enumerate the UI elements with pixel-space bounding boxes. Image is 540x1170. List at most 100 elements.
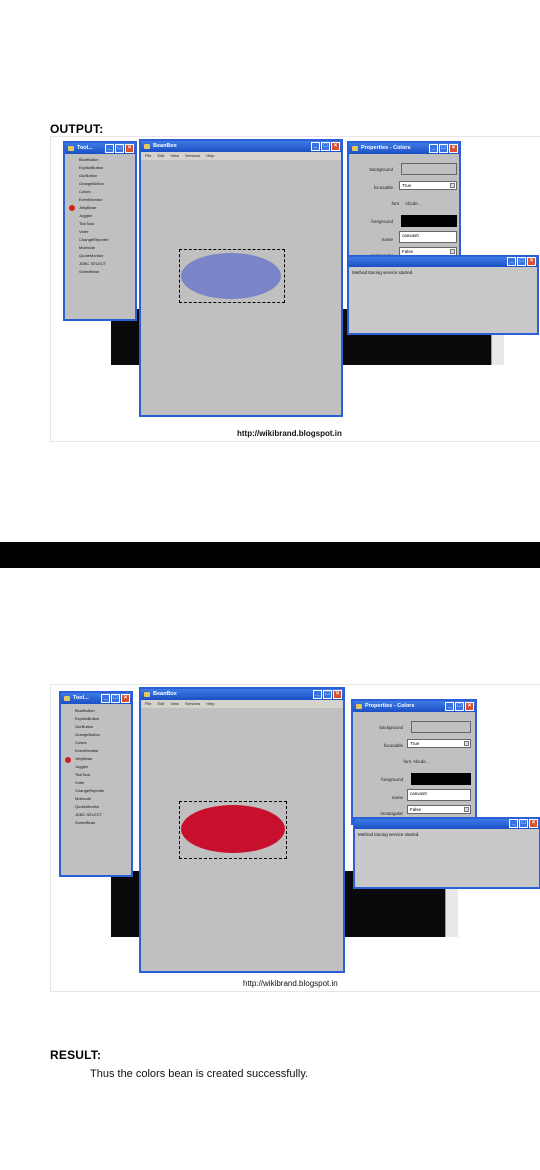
minimize-button[interactable]: _ — [507, 257, 516, 266]
toolbox-item[interactable]: ChangeReporter — [65, 236, 135, 244]
method-tracing-window[interactable]: _ □ × Method tracing service started. — [353, 817, 540, 889]
toolbox-item[interactable]: ChangeReporter — [61, 787, 131, 795]
name-input[interactable]: canvas0 — [407, 789, 471, 801]
toolbox-item[interactable]: QuoteMonitor — [65, 252, 135, 260]
toolbox-title: Tool... — [73, 695, 89, 701]
focusable-select[interactable]: True — [407, 739, 471, 748]
foreground-color-swatch[interactable] — [401, 215, 457, 227]
toolbox-item[interactable]: OrangeButton — [65, 180, 135, 188]
menu-services[interactable]: Services — [185, 700, 200, 708]
properties-titlebar[interactable]: Properties - Colors _ □ × — [349, 143, 459, 154]
maximize-button[interactable]: □ — [321, 142, 330, 151]
toolbox-item[interactable]: ExplicitButton — [65, 164, 135, 172]
minimize-button[interactable]: _ — [313, 690, 322, 699]
toolbox-item[interactable]: SorterBean — [65, 268, 135, 276]
toolbox-item[interactable]: JellyBean — [65, 204, 135, 212]
background-color-swatch[interactable] — [401, 163, 457, 175]
toolbox-item[interactable]: BlueButton — [61, 707, 131, 715]
toolbox-item[interactable]: TickTock — [65, 220, 135, 228]
java-cup-icon — [64, 696, 70, 701]
close-button[interactable]: × — [529, 819, 538, 828]
minimize-button[interactable]: _ — [311, 142, 320, 151]
toolbox-item[interactable]: Colors — [61, 739, 131, 747]
close-button[interactable]: × — [527, 257, 536, 266]
menu-help[interactable]: Help — [206, 152, 214, 160]
menu-view[interactable]: View — [170, 700, 179, 708]
minimize-button[interactable]: _ — [509, 819, 518, 828]
toolbox-item[interactable]: OurButton — [61, 723, 131, 731]
colors-bean-ellipse[interactable] — [181, 253, 281, 299]
toolbox-item[interactable]: Colors — [65, 188, 135, 196]
toolbox-item[interactable]: Juggler — [61, 763, 131, 771]
minimize-button[interactable]: _ — [105, 144, 114, 153]
toolbox-item[interactable]: OrangeButton — [61, 731, 131, 739]
beanbox-titlebar[interactable]: BeanBox _ □ × — [141, 141, 341, 152]
menu-view[interactable]: View — [170, 152, 179, 160]
menu-file[interactable]: File — [145, 152, 151, 160]
toolbox-item[interactable]: Voter — [65, 228, 135, 236]
close-button[interactable]: × — [121, 694, 130, 703]
menu-edit[interactable]: Edit — [157, 152, 164, 160]
maximize-button[interactable]: □ — [111, 694, 120, 703]
close-button[interactable]: × — [331, 142, 340, 151]
toolbox-item[interactable]: TickTock — [61, 771, 131, 779]
result-heading: RESULT: — [50, 1048, 102, 1062]
close-button[interactable]: × — [449, 144, 458, 153]
page-divider-band — [0, 542, 540, 568]
menu-edit[interactable]: Edit — [157, 700, 164, 708]
beanbox-window[interactable]: BeanBox _ □ × File Edit View Services Help — [139, 139, 343, 417]
maximize-button[interactable]: □ — [439, 144, 448, 153]
toolbox-item[interactable]: Molecule — [61, 795, 131, 803]
method-tracing-titlebar[interactable]: _ □ × — [349, 257, 537, 267]
close-button[interactable]: × — [465, 702, 474, 711]
maximize-button[interactable]: □ — [519, 819, 528, 828]
rectangular-select[interactable]: False — [407, 805, 471, 814]
toolbox-item[interactable]: Molecule — [65, 244, 135, 252]
minimize-button[interactable]: _ — [101, 694, 110, 703]
toolbox-item[interactable]: JellyBean — [61, 755, 131, 763]
maximize-button[interactable]: □ — [323, 690, 332, 699]
font-value[interactable]: Abcde... — [405, 201, 422, 206]
minimize-button[interactable]: _ — [429, 144, 438, 153]
method-tracing-titlebar[interactable]: _ □ × — [355, 819, 539, 829]
toolbox-item[interactable]: ExplicitButton — [61, 715, 131, 723]
menu-file[interactable]: File — [145, 700, 151, 708]
maximize-button[interactable]: □ — [517, 257, 526, 266]
toolbox-item[interactable]: Voter — [61, 779, 131, 787]
font-value[interactable]: Abcde... — [413, 759, 430, 764]
menu-help[interactable]: Help — [206, 700, 214, 708]
toolbox-window[interactable]: Tool... _ □ × BlueButton ExplicitButton Ou… — [59, 691, 133, 877]
toolbox-item[interactable]: Juggler — [65, 212, 135, 220]
beanbox-window[interactable]: BeanBox _ □ × File Edit View Services Help — [139, 687, 345, 973]
toolbox-item[interactable]: JDBC SELECT — [65, 260, 135, 268]
colors-bean-ellipse[interactable] — [181, 805, 285, 853]
toolbox-titlebar[interactable]: Tool... _ □ × — [61, 693, 131, 704]
minimize-button[interactable]: _ — [445, 702, 454, 711]
toolbox-item[interactable]: EventMonitor — [61, 747, 131, 755]
property-label: focusable — [383, 743, 403, 748]
close-button[interactable]: × — [125, 144, 134, 153]
properties-window[interactable]: Properties - Colors _ □ × background focus… — [347, 141, 461, 265]
beanbox-titlebar[interactable]: BeanBox _ □ × — [141, 689, 343, 700]
maximize-button[interactable]: □ — [455, 702, 464, 711]
properties-window[interactable]: Properties - Colors _ □ × background focus… — [351, 699, 477, 825]
properties-titlebar[interactable]: Properties - Colors _ □ × — [353, 701, 475, 712]
toolbox-item[interactable]: JDBC SELECT — [61, 811, 131, 819]
name-input[interactable]: canvas0 — [399, 231, 457, 243]
focusable-select[interactable]: True — [399, 181, 457, 190]
maximize-button[interactable]: □ — [115, 144, 124, 153]
toolbox-titlebar[interactable]: Tool... _ □ × — [65, 143, 135, 154]
background-color-swatch[interactable] — [411, 721, 471, 733]
property-label: rectangular — [380, 811, 403, 816]
menu-services[interactable]: Services — [185, 152, 200, 160]
toolbox-item[interactable]: QuoteMonitor — [61, 803, 131, 811]
close-button[interactable]: × — [333, 690, 342, 699]
toolbox-window[interactable]: Tool... _ □ × BlueButton ExplicitButton Ou… — [63, 141, 137, 321]
toolbox-item[interactable]: SorterBean — [61, 819, 131, 827]
toolbox-item[interactable]: OurButton — [65, 172, 135, 180]
java-cup-icon — [356, 704, 362, 709]
toolbox-item[interactable]: EventMonitor — [65, 196, 135, 204]
foreground-color-swatch[interactable] — [411, 773, 471, 785]
method-tracing-window[interactable]: _ □ × Method tracing service started. — [347, 255, 539, 335]
toolbox-item[interactable]: BlueButton — [65, 156, 135, 164]
